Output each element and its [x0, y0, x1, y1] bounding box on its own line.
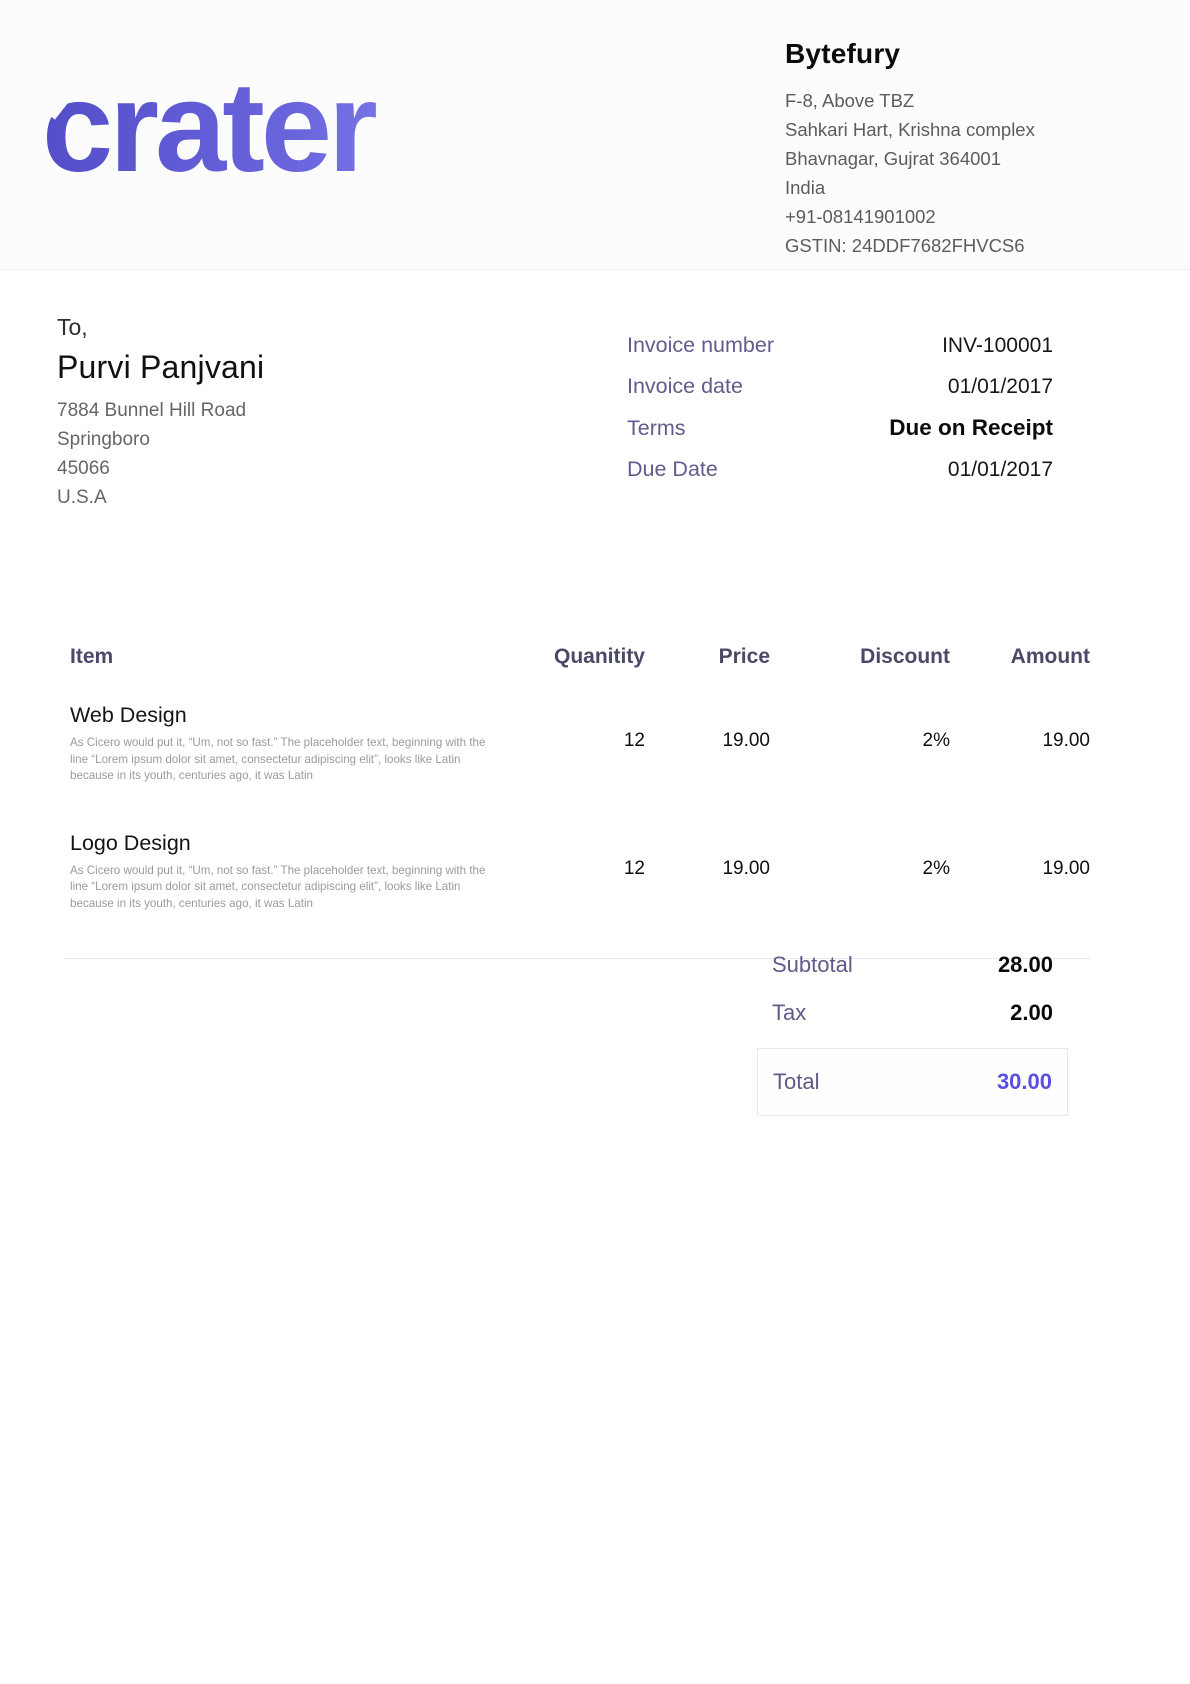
company-address-line: Sahkari Hart, Krishna complex [785, 115, 1155, 144]
customer-address-line: Springboro [57, 425, 477, 454]
table-row: Web Design As Cicero would put it, “Um, … [65, 703, 1090, 785]
item-discount: 2% [770, 831, 950, 880]
company-address-line: F-8, Above TBZ [785, 86, 1155, 115]
due-date-value: 01/01/2017 [948, 458, 1053, 482]
subtotal-value: 28.00 [998, 952, 1053, 978]
table-row: Logo Design As Cicero would put it, “Um,… [65, 831, 1090, 913]
due-date-label: Due Date [627, 457, 718, 482]
item-description: As Cicero would put it, “Um, not so fast… [70, 735, 494, 785]
invoice-date-row: Invoice date 01/01/2017 [627, 374, 1053, 399]
item-price: 19.00 [645, 703, 770, 752]
items-table-header: Item Quanitity Price Discount Amount [65, 645, 1090, 669]
company-address-line: Bhavnagar, Gujrat 364001 [785, 144, 1155, 173]
invoice-date-value: 01/01/2017 [948, 375, 1053, 399]
item-quantity: 12 [525, 831, 645, 880]
item-price: 19.00 [645, 831, 770, 880]
subtotal-row: Subtotal 28.00 [757, 952, 1068, 978]
invoice-number-label: Invoice number [627, 333, 774, 358]
tax-row: Tax 2.00 [757, 1000, 1068, 1026]
customer-address-line: U.S.A [57, 483, 477, 512]
item-amount: 19.00 [950, 703, 1090, 752]
invoice-meta: Invoice number INV-100001 Invoice date 0… [627, 333, 1053, 498]
items-table: Item Quanitity Price Discount Amount Web… [65, 645, 1090, 959]
crater-logo: crater [42, 58, 502, 208]
col-header-item: Item [65, 645, 525, 669]
due-date-row: Due Date 01/01/2017 [627, 457, 1053, 482]
item-description: As Cicero would put it, “Um, not so fast… [70, 863, 494, 913]
invoice-number-row: Invoice number INV-100001 [627, 333, 1053, 358]
col-header-discount: Discount [770, 645, 950, 669]
company-phone: +91-08141901002 [785, 202, 1155, 231]
item-cell: Logo Design As Cicero would put it, “Um,… [65, 831, 525, 913]
terms-row: Terms Due on Receipt [627, 415, 1053, 441]
item-amount: 19.00 [950, 831, 1090, 880]
company-address-line: India [785, 173, 1155, 202]
col-header-price: Price [645, 645, 770, 669]
customer-address-line: 7884 Bunnel Hill Road [57, 396, 477, 425]
total-box: Total 30.00 [757, 1048, 1068, 1116]
item-quantity: 12 [525, 703, 645, 752]
customer-name: Purvi Panjvani [57, 349, 477, 386]
bill-to-label: To, [57, 314, 477, 341]
invoice-number-value: INV-100001 [942, 334, 1053, 358]
item-name: Web Design [70, 703, 525, 728]
item-discount: 2% [770, 703, 950, 752]
item-cell: Web Design As Cicero would put it, “Um, … [65, 703, 525, 785]
bill-to-section: To, Purvi Panjvani 7884 Bunnel Hill Road… [57, 314, 477, 512]
col-header-quantity: Quanitity [525, 645, 645, 669]
terms-value: Due on Receipt [889, 415, 1053, 441]
total-value: 30.00 [997, 1069, 1052, 1095]
invoice-page: crater Bytefury F-8, Above TBZ Sahkari H… [0, 0, 1190, 1684]
tax-value: 2.00 [1010, 1000, 1053, 1026]
company-info: Bytefury F-8, Above TBZ Sahkari Hart, Kr… [785, 38, 1155, 260]
tax-label: Tax [772, 1000, 806, 1026]
invoice-date-label: Invoice date [627, 374, 743, 399]
terms-label: Terms [627, 416, 686, 441]
totals-section: Subtotal 28.00 Tax 2.00 Total 30.00 [757, 952, 1068, 1116]
company-gstin: GSTIN: 24DDF7682FHVCS6 [785, 231, 1155, 260]
item-name: Logo Design [70, 831, 525, 856]
subtotal-label: Subtotal [772, 952, 853, 978]
col-header-amount: Amount [950, 645, 1090, 669]
company-name: Bytefury [785, 38, 1155, 70]
customer-address-line: 45066 [57, 454, 477, 483]
header-band: crater Bytefury F-8, Above TBZ Sahkari H… [0, 0, 1190, 270]
total-label: Total [773, 1069, 819, 1095]
